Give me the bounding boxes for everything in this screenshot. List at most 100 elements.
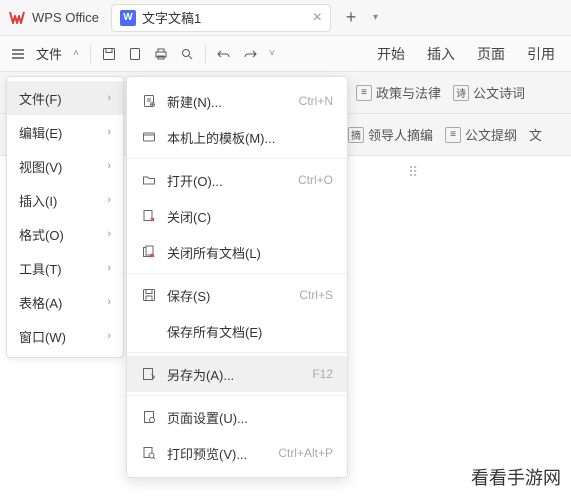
- side-menu-label: 表格(A): [19, 293, 62, 312]
- side-menu-label: 插入(I): [19, 191, 57, 210]
- ribbon-tab-reference[interactable]: 引用: [517, 36, 565, 72]
- side-menu-label: 工具(T): [19, 259, 62, 278]
- drop-menu-item[interactable]: 打印预览(V)... Ctrl+Alt+P: [127, 435, 347, 471]
- template-icon: [141, 129, 157, 145]
- side-menu-label: 窗口(W): [19, 327, 66, 346]
- menu-separator: [127, 395, 347, 396]
- drop-menu-label: 保存所有文档(E): [167, 322, 323, 341]
- undo-icon[interactable]: [212, 42, 236, 66]
- drop-menu-label: 打开(O)...: [167, 171, 288, 190]
- pagesetup-icon: [141, 409, 157, 425]
- side-menu-label: 格式(O): [19, 225, 64, 244]
- side-menu-item[interactable]: 工具(T) ›: [7, 251, 123, 285]
- separator: [90, 45, 91, 63]
- menu-separator: [127, 158, 347, 159]
- ribbon-tabs: 开始 插入 页面 引用: [367, 36, 565, 72]
- file-dropdown-menu: 新建(N)... Ctrl+N 本机上的模板(M)... 打开(O)...Ctrl+O…: [126, 76, 348, 478]
- drop-menu-label: 页面设置(U)...: [167, 408, 323, 427]
- print-icon[interactable]: [149, 42, 173, 66]
- side-menu-item[interactable]: 编辑(E) ›: [7, 115, 123, 149]
- file-menu-label[interactable]: 文件: [32, 44, 66, 63]
- side-menu-label: 视图(V): [19, 157, 62, 176]
- side-menu-item[interactable]: 格式(O) ›: [7, 217, 123, 251]
- doc-icon: 诗: [453, 85, 469, 101]
- drop-menu-label: 打印预览(V)...: [167, 444, 268, 463]
- ribbon-tab-page[interactable]: 页面: [467, 36, 515, 72]
- document-tab-name: 文字文稿1: [142, 8, 307, 27]
- chevron-right-icon: ›: [107, 296, 111, 308]
- sec-label: 公文诗词: [473, 83, 525, 102]
- ribbon-tab-start[interactable]: 开始: [367, 36, 415, 72]
- side-menu-label: 文件(F): [19, 89, 62, 108]
- open-icon: [141, 172, 157, 188]
- doc-icon: ≡: [356, 85, 372, 101]
- drop-menu-item[interactable]: 打开(O)...Ctrl+O: [127, 162, 347, 198]
- wps-logo-icon: [8, 9, 26, 27]
- drag-handle-icon[interactable]: ⠿: [408, 168, 420, 176]
- separator: [205, 45, 206, 63]
- menu-separator: [127, 273, 347, 274]
- doc-icon: ≡: [445, 127, 461, 143]
- save-icon[interactable]: [97, 42, 121, 66]
- drop-menu-item[interactable]: 另存为(A)...F12: [127, 356, 347, 392]
- new-doc-icon[interactable]: [123, 42, 147, 66]
- chevron-right-icon: ›: [107, 194, 111, 206]
- side-menu-label: 编辑(E): [19, 123, 62, 142]
- side-menu-item[interactable]: 文件(F) ›: [7, 81, 123, 115]
- drop-menu-item[interactable]: 页面设置(U)...: [127, 399, 347, 435]
- close-tab-icon[interactable]: ×: [313, 9, 322, 27]
- blank-icon: [141, 323, 157, 339]
- word-doc-icon: W: [120, 10, 136, 26]
- sec-label: 公文提纲: [465, 125, 517, 144]
- toolbar-caret-icon[interactable]: ˅: [264, 48, 280, 59]
- drop-menu-item[interactable]: 关闭所有文档(L): [127, 234, 347, 270]
- watermark-text: 看看手游网: [471, 464, 561, 490]
- chevron-right-icon: ›: [107, 228, 111, 240]
- sec-label: 文: [529, 125, 542, 144]
- keyboard-shortcut: Ctrl+S: [299, 288, 333, 302]
- doc-icon: 摘: [348, 127, 364, 143]
- menu-separator: [127, 352, 347, 353]
- keyboard-shortcut: Ctrl+Alt+P: [278, 446, 333, 460]
- menu-icon[interactable]: [6, 42, 30, 66]
- save-icon: [141, 287, 157, 303]
- document-tab[interactable]: W 文字文稿1 ×: [111, 4, 331, 32]
- side-menu-item[interactable]: 插入(I) ›: [7, 183, 123, 217]
- menu-category-list: 文件(F)›编辑(E)›视图(V)›插入(I)›格式(O)›工具(T)›表格(A…: [6, 76, 124, 358]
- ribbon-tab-insert[interactable]: 插入: [417, 36, 465, 72]
- keyboard-shortcut: Ctrl+N: [299, 94, 333, 108]
- drop-menu-item[interactable]: 本机上的模板(M)...: [127, 119, 347, 155]
- drop-menu-label: 新建(N)...: [167, 92, 289, 111]
- side-menu-item[interactable]: 表格(A) ›: [7, 285, 123, 319]
- sec-item-poem[interactable]: 诗 公文诗词: [453, 83, 525, 102]
- chevron-right-icon: ›: [107, 330, 111, 342]
- sec-label: 领导人摘编: [368, 125, 433, 144]
- file-caret-icon[interactable]: ˄: [68, 48, 84, 59]
- side-menu-item[interactable]: 视图(V)›: [7, 149, 123, 183]
- redo-icon[interactable]: [238, 42, 262, 66]
- quick-toolbar: 文件 ˄ ˅ 开始 插入 页面 引用: [0, 36, 571, 72]
- print-preview-icon[interactable]: [175, 42, 199, 66]
- drop-menu-label: 本机上的模板(M)...: [167, 128, 323, 147]
- tab-dropdown-icon[interactable]: ▾: [373, 12, 378, 23]
- drop-menu-item[interactable]: 关闭(C): [127, 198, 347, 234]
- drop-menu-item[interactable]: 保存所有文档(E): [127, 313, 347, 349]
- sec-item-outline[interactable]: ≡ 公文提纲: [445, 125, 517, 144]
- drop-menu-label: 关闭所有文档(L): [167, 243, 323, 262]
- close-icon: [141, 208, 157, 224]
- saveas-icon: [141, 366, 157, 382]
- preview-icon: [141, 445, 157, 461]
- closeall-icon: [141, 244, 157, 260]
- chevron-right-icon: ›: [107, 126, 111, 138]
- title-bar: WPS Office W 文字文稿1 × + ▾: [0, 0, 571, 36]
- drop-menu-label: 保存(S): [167, 286, 289, 305]
- drop-menu-item[interactable]: 新建(N)... Ctrl+N: [127, 83, 347, 119]
- chevron-right-icon: ›: [107, 262, 111, 274]
- drop-menu-item[interactable]: 保存(S) Ctrl+S: [127, 277, 347, 313]
- sec-item-leader[interactable]: 摘 领导人摘编: [348, 125, 433, 144]
- side-menu-item[interactable]: 窗口(W) ›: [7, 319, 123, 353]
- sec-item-policy[interactable]: ≡ 政策与法律: [356, 83, 441, 102]
- chevron-right-icon: ›: [107, 92, 111, 104]
- new-tab-button[interactable]: +: [337, 4, 365, 32]
- sec-item-more[interactable]: 文: [529, 125, 542, 144]
